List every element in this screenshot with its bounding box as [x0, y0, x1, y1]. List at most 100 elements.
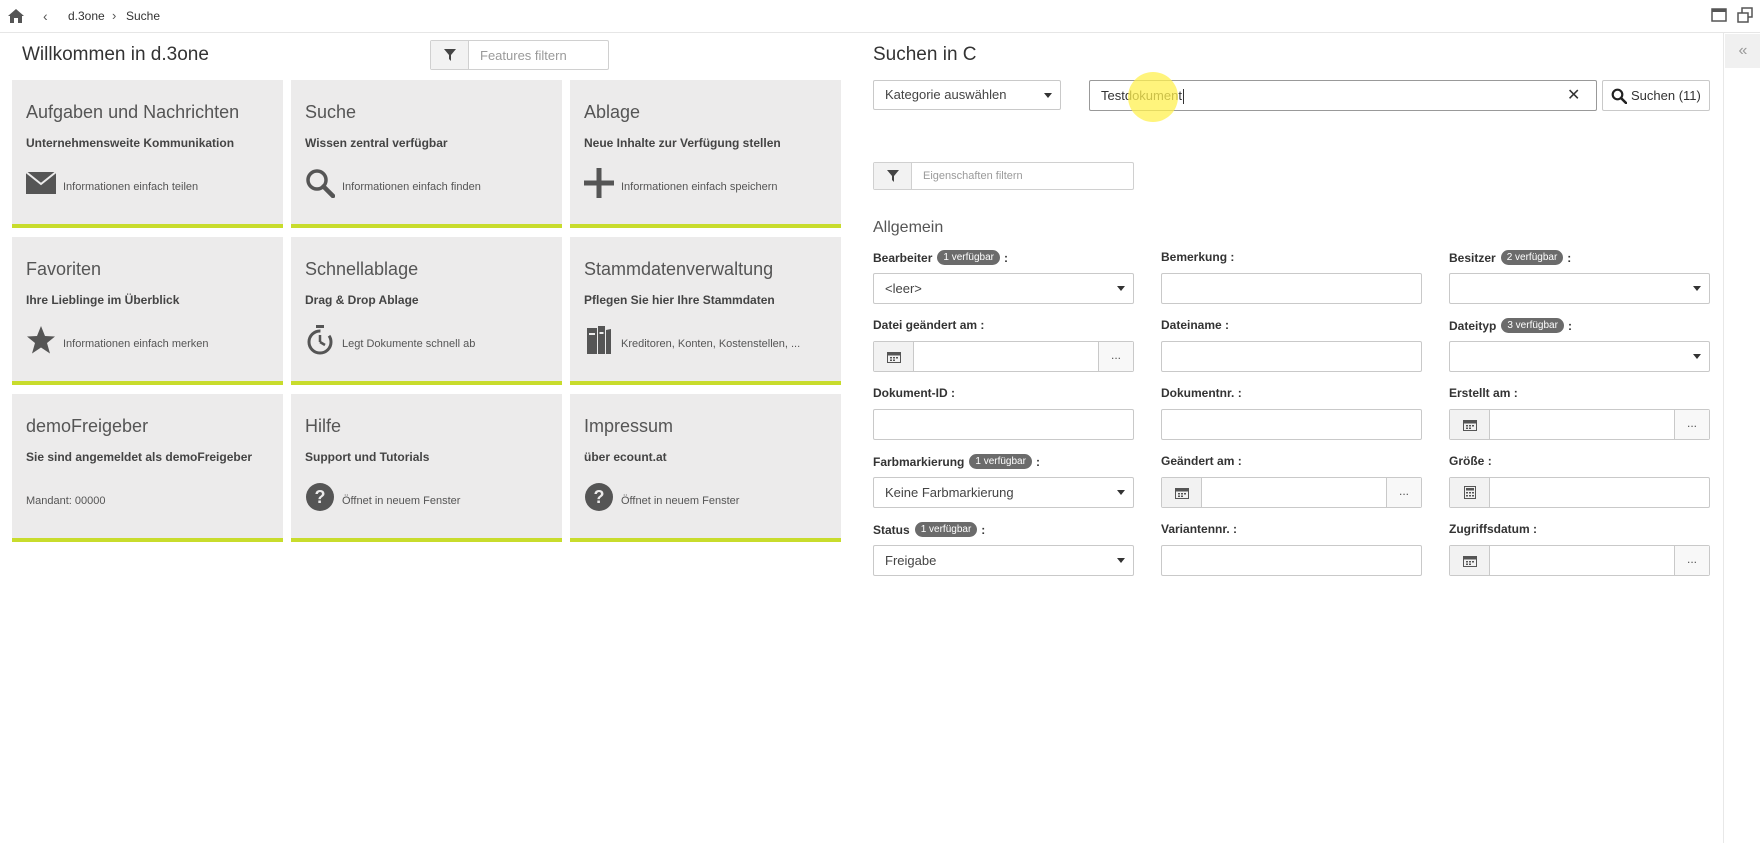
dokumentnr-field[interactable] — [1161, 409, 1422, 440]
available-badge[interactable]: 1 verfügbar — [937, 250, 1000, 265]
field-label-text: Bearbeiter — [873, 250, 933, 265]
field-label-text: Dateiname — [1161, 318, 1222, 332]
label-bearbeiter: Bearbeiter 1 verfügbar: — [873, 250, 1008, 265]
filter-icon[interactable] — [431, 41, 469, 69]
filter-icon[interactable] — [874, 163, 912, 189]
features-filter-input[interactable] — [470, 41, 608, 69]
calendar-icon[interactable] — [874, 342, 914, 371]
tile-title: Hilfe — [305, 416, 342, 436]
erstellt-am-field[interactable]: ... — [1449, 409, 1710, 440]
home-icon[interactable] — [7, 8, 25, 24]
more-options-button[interactable]: ... — [1386, 478, 1421, 507]
calendar-icon[interactable] — [1162, 478, 1202, 507]
calendar-icon[interactable] — [1450, 546, 1490, 575]
breadcrumb-suche[interactable]: Suche — [126, 9, 160, 23]
tile-suche[interactable]: Suche Wissen zentral verfügbar Informati… — [291, 80, 562, 228]
tile-footer: Öffnet in neuem Fenster — [621, 495, 740, 507]
collapse-panel-icon[interactable]: « — [1725, 34, 1760, 68]
label-groesse: Größe : — [1449, 454, 1492, 468]
zugriffsdatum-field[interactable]: ... — [1449, 545, 1710, 576]
tile-schnellablage[interactable]: Schnellablage Drag & Drop Ablage Legt Do… — [291, 237, 562, 385]
tile-ablage[interactable]: Ablage Neue Inhalte zur Verfügung stelle… — [570, 80, 841, 228]
calculator-icon[interactable] — [1450, 478, 1490, 507]
bearbeiter-select[interactable]: <leer> — [873, 273, 1134, 304]
tile-subtitle: Unternehmensweite Kommunikation — [26, 136, 235, 150]
label-bemerkung: Bemerkung : — [1161, 250, 1234, 264]
label-suffix: : — [1003, 250, 1008, 265]
star-icon — [25, 324, 57, 356]
chevron-down-icon — [1117, 558, 1125, 563]
tile-stammdaten[interactable]: Stammdatenverwaltung Pflegen Sie hier Ih… — [570, 237, 841, 385]
field-value: Keine Farbmarkierung — [885, 485, 1014, 500]
status-select[interactable]: Freigabe — [873, 545, 1134, 576]
category-select[interactable]: Kategorie auswählen — [873, 80, 1061, 110]
dateityp-select[interactable] — [1449, 341, 1710, 372]
available-badge[interactable]: 1 verfügbar — [914, 522, 978, 537]
bemerkung-field[interactable] — [1161, 273, 1422, 304]
dokument-id-field[interactable] — [873, 409, 1134, 440]
search-input[interactable]: Testdokument — [1089, 80, 1597, 111]
back-chevron-icon[interactable]: ‹ — [43, 8, 48, 24]
geaendert-am-field[interactable]: ... — [1161, 477, 1422, 508]
label-suffix: : — [1513, 386, 1518, 400]
besitzer-select[interactable] — [1449, 273, 1710, 304]
dateiname-field[interactable] — [1161, 341, 1422, 372]
datei-geaendert-field[interactable]: ... — [873, 341, 1134, 372]
search-input-value: Testdokument — [1101, 88, 1182, 103]
field-label-text: Geändert am — [1161, 454, 1235, 468]
label-suffix: : — [980, 318, 985, 332]
field-label-text: Dokument-ID — [873, 386, 948, 400]
label-suffix: : — [981, 522, 986, 537]
field-label-text: Variantennr. — [1161, 522, 1230, 536]
breadcrumb-d3one[interactable]: d.3one — [68, 9, 105, 23]
envelope-icon — [25, 167, 57, 199]
available-badge[interactable]: 1 verfügbar — [969, 454, 1032, 469]
tile-impressum[interactable]: Impressum über ecount.at ? Öffnet in neu… — [570, 394, 841, 542]
tile-aufgaben[interactable]: Aufgaben und Nachrichten Unternehmenswei… — [12, 80, 283, 228]
search-button[interactable]: Suchen (11) — [1602, 80, 1710, 111]
tile-footer: Informationen einfach finden — [342, 181, 481, 193]
tile-demofreigeber[interactable]: demoFreigeber Sie sind angemeldet als de… — [12, 394, 283, 542]
more-options-button[interactable]: ... — [1674, 546, 1709, 575]
binder-icon — [583, 324, 615, 356]
tile-footer: Legt Dokumente schnell ab — [342, 338, 476, 350]
variantennr-field[interactable] — [1161, 545, 1422, 576]
farbmarkierung-select[interactable]: Keine Farbmarkierung — [873, 477, 1134, 508]
calendar-icon[interactable] — [1450, 410, 1490, 439]
tile-footer: Kreditoren, Konten, Kostenstellen, ... — [621, 338, 801, 350]
tile-footer: Informationen einfach merken — [63, 338, 209, 350]
label-dokumentnr: Dokumentnr. : — [1161, 386, 1242, 400]
tile-subtitle: Wissen zentral verfügbar — [305, 136, 448, 150]
tile-title: Impressum — [584, 416, 674, 436]
label-suffix: : — [1487, 454, 1492, 468]
groesse-field[interactable] — [1449, 477, 1710, 508]
available-badge[interactable]: 2 verfügbar — [1500, 250, 1564, 265]
restore-window-icon[interactable] — [1737, 7, 1753, 23]
field-label-text: Datei geändert am — [873, 318, 978, 332]
field-label-text: Status — [873, 522, 910, 537]
tile-favoriten[interactable]: Favoriten Ihre Lieblinge im Überblick In… — [12, 237, 283, 385]
maximize-window-icon[interactable] — [1711, 7, 1727, 23]
label-datei-geaendert: Datei geändert am : — [873, 318, 984, 332]
chevron-down-icon — [1693, 354, 1701, 359]
label-erstellt-am: Erstellt am : — [1449, 386, 1518, 400]
label-zugriffsdatum: Zugriffsdatum : — [1449, 522, 1537, 536]
tile-hilfe[interactable]: Hilfe Support und Tutorials ? Öffnet in … — [291, 394, 562, 542]
label-suffix: : — [1225, 318, 1230, 332]
breadcrumb-separator-icon: › — [112, 8, 117, 23]
label-suffix: : — [1237, 454, 1242, 468]
more-options-button[interactable]: ... — [1098, 342, 1133, 371]
label-suffix: : — [1230, 250, 1235, 264]
tile-footer: Öffnet in neuem Fenster — [342, 495, 461, 507]
more-options-button[interactable]: ... — [1674, 410, 1709, 439]
tile-subtitle: Support und Tutorials — [305, 450, 430, 464]
tile-subtitle: Neue Inhalte zur Verfügung stellen — [584, 136, 781, 150]
tile-title: demoFreigeber — [26, 416, 149, 436]
clear-icon[interactable]: ✕ — [1567, 85, 1580, 105]
tile-title: Ablage — [584, 102, 641, 122]
label-dateityp: Dateityp 3 verfügbar: — [1449, 318, 1572, 333]
welcome-title: Willkommen in d.3one — [22, 44, 209, 65]
field-label-text: Farbmarkierung — [873, 454, 965, 469]
properties-filter-input[interactable] — [913, 163, 1133, 189]
available-badge[interactable]: 3 verfügbar — [1501, 318, 1564, 333]
